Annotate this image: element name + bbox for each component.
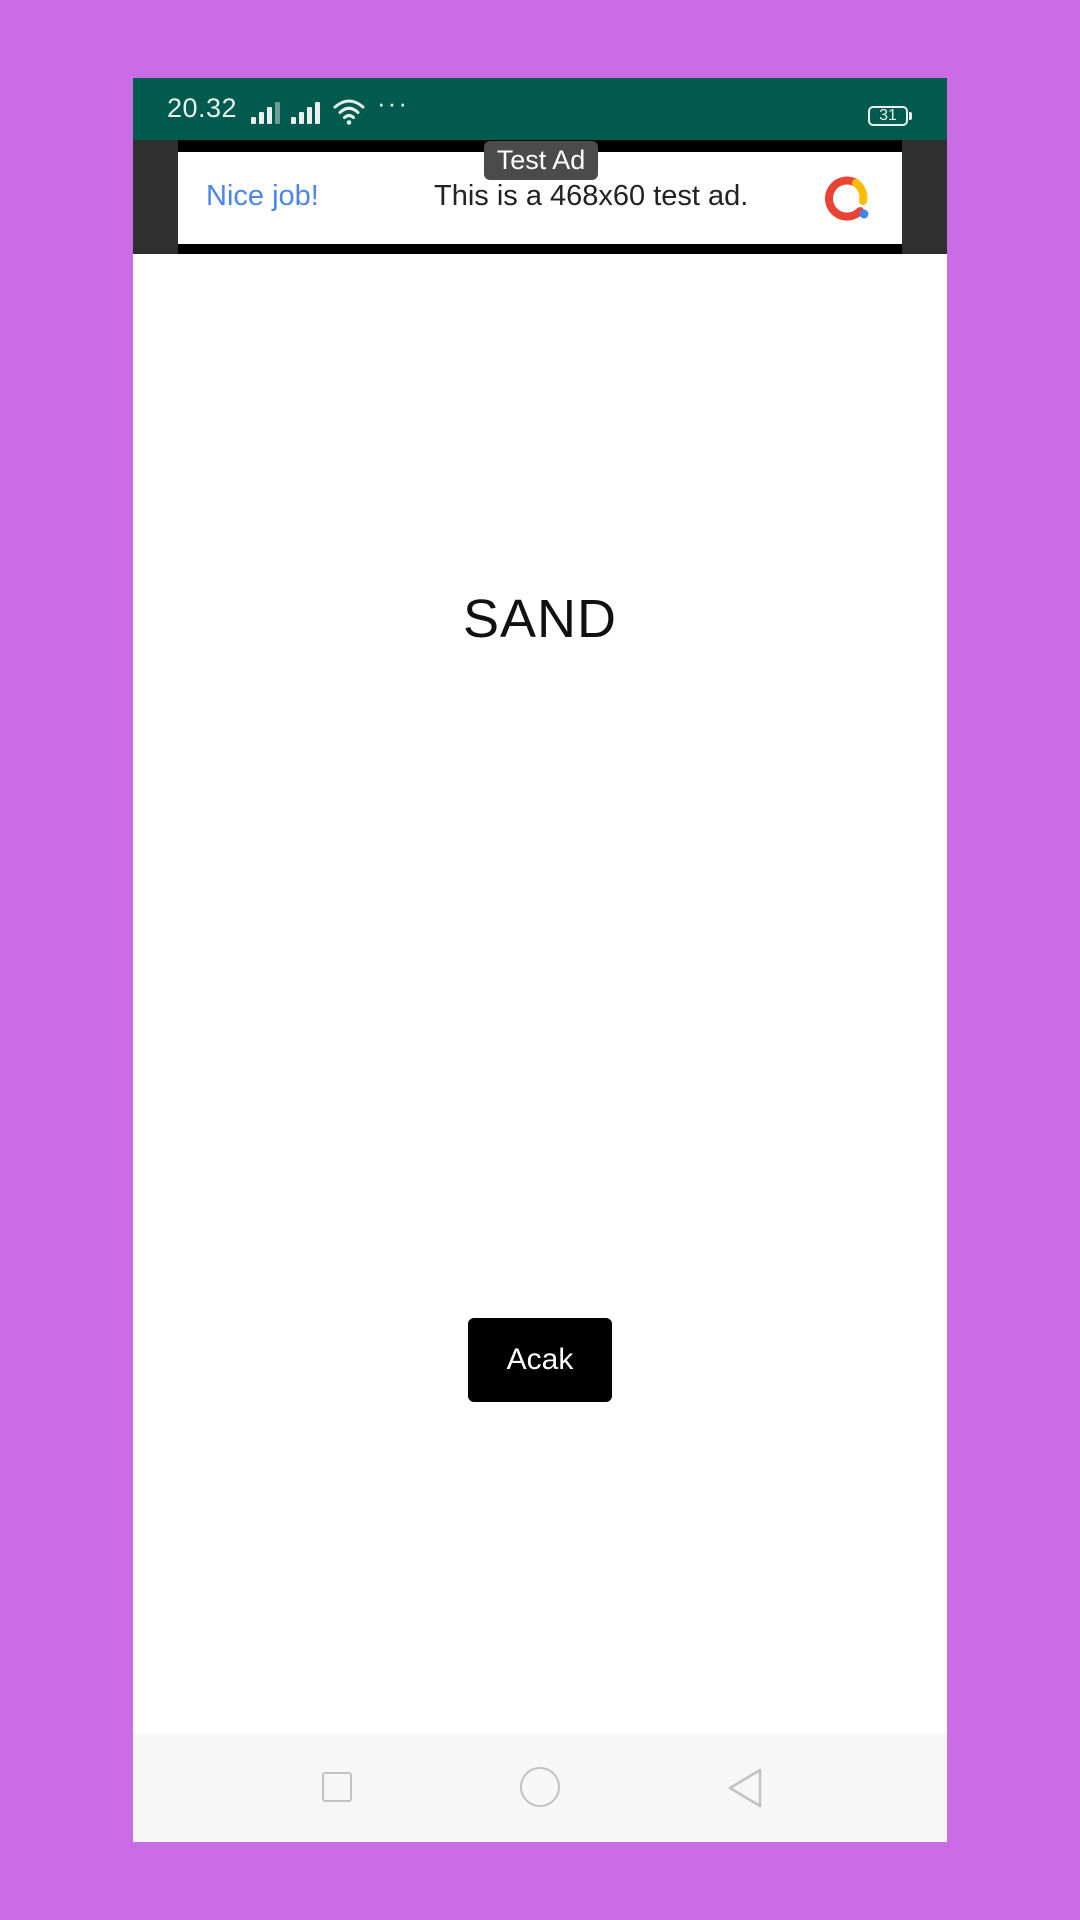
status-bar: 20.32 ··· 31 [133,78,947,140]
ad-headline[interactable]: Nice job! [206,180,319,213]
random-word: SAND [462,589,618,649]
shuffle-button[interactable]: Acak [468,1318,612,1402]
navigation-bar [133,1734,947,1842]
battery-level: 31 [879,107,897,124]
status-time: 20.32 [167,93,238,123]
home-circle-icon[interactable] [520,1767,560,1807]
ad-body-text[interactable]: This is a 468x60 test ad. [434,180,748,213]
battery-icon: 31 [868,106,912,126]
signal-strength-icon [251,102,287,124]
more-notifications-icon: ··· [377,88,409,118]
test-ad-badge: Test Ad [484,141,598,180]
back-triangle-icon[interactable] [726,1767,764,1809]
google-ads-logo-icon [824,176,869,221]
phone-screen: 20.32 ··· 31 Nice job! This is a 468x60 … [133,78,947,1842]
recents-square-icon[interactable] [322,1772,352,1802]
wifi-icon [333,99,365,125]
signal-strength-icon [291,102,327,124]
